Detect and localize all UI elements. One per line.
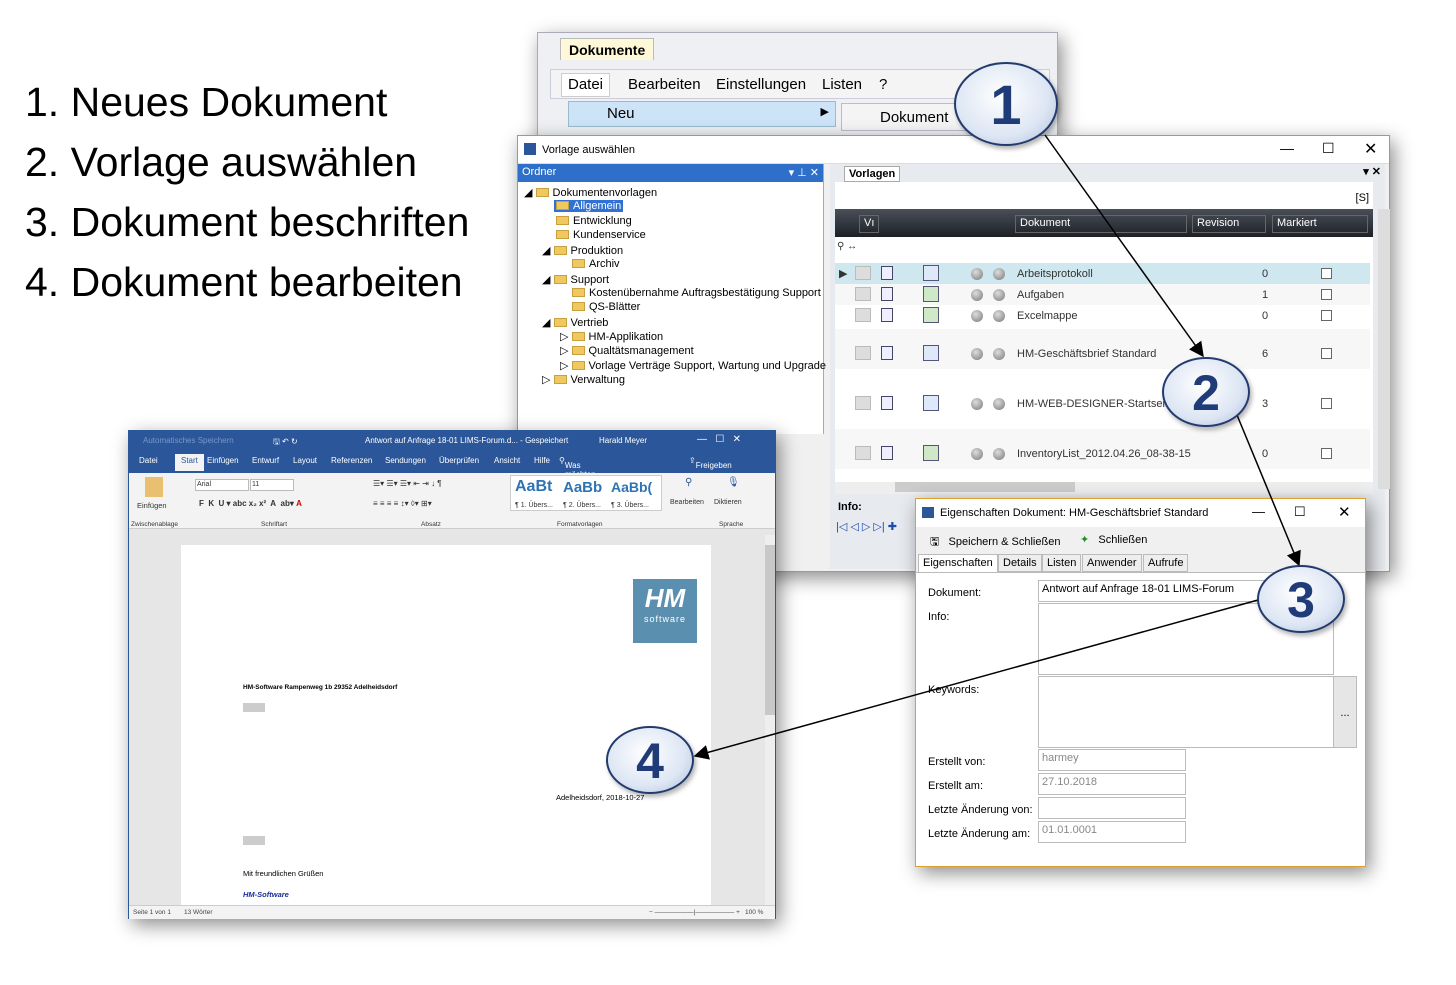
callout-1: 1 [954, 62, 1058, 146]
callout-3: 3 [1257, 565, 1345, 633]
callout-4: 4 [606, 726, 694, 794]
callout-2: 2 [1162, 357, 1250, 427]
arrow-1-2 [1044, 134, 1204, 358]
arrow-3-4 [693, 599, 1259, 760]
arrow-2-3 [1236, 414, 1301, 567]
arrows-overlay [693, 134, 1301, 760]
